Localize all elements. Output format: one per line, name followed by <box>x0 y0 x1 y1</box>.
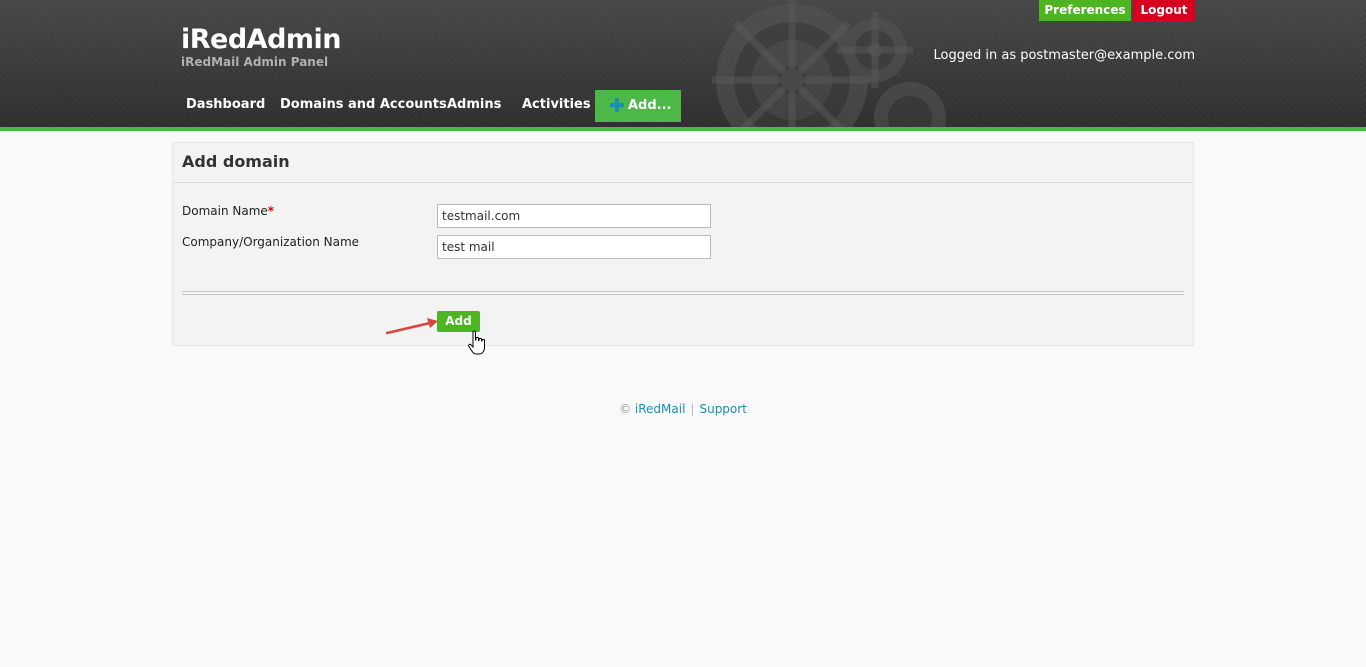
brand-title: iRedAdmin <box>181 24 342 55</box>
brand-subtitle: iRedMail Admin Panel <box>181 55 329 69</box>
company-name-input[interactable] <box>437 235 711 259</box>
panel-header: Add domain <box>173 143 1193 183</box>
nav-add-button[interactable]: Add... <box>595 90 681 122</box>
domain-name-label: Domain Name <box>182 204 268 218</box>
annotation-arrow-icon <box>386 318 438 335</box>
nav-dashboard[interactable]: Dashboard <box>186 97 265 112</box>
required-marker: * <box>267 204 275 218</box>
add-submit-button[interactable]: Add <box>437 311 480 332</box>
company-name-label: Company/Organization Name <box>182 235 360 249</box>
iredmail-link[interactable]: iRedMail <box>635 402 686 416</box>
hand-cursor-icon <box>468 330 485 355</box>
nav-domains-and-accounts[interactable]: Domains and Accounts <box>280 97 447 112</box>
copyright-symbol: © <box>619 402 632 416</box>
nav-activities[interactable]: Activities <box>522 97 591 112</box>
footer: © iRedMail | Support <box>0 402 1366 416</box>
plus-icon <box>610 98 624 112</box>
domain-name-label-row: Domain Name* <box>182 204 274 218</box>
add-domain-panel: Add domain Domain Name* Company/Organiza… <box>172 142 1194 346</box>
domain-name-input[interactable] <box>437 204 711 228</box>
preferences-button[interactable]: Preferences <box>1039 0 1131 21</box>
logout-button[interactable]: Logout <box>1133 0 1195 21</box>
nav-admins[interactable]: Admins <box>447 97 501 112</box>
form-divider <box>182 291 1184 295</box>
footer-separator: | <box>690 402 695 416</box>
gears-decoration-icon <box>712 0 946 127</box>
nav-add-label: Add... <box>628 98 672 113</box>
header: iRedAdmin iRedMail Admin Panel Preferenc… <box>0 0 1366 131</box>
support-link[interactable]: Support <box>699 402 746 416</box>
logged-in-user: Logged in as postmaster@example.com <box>933 48 1195 63</box>
page-title: Add domain <box>182 152 290 171</box>
